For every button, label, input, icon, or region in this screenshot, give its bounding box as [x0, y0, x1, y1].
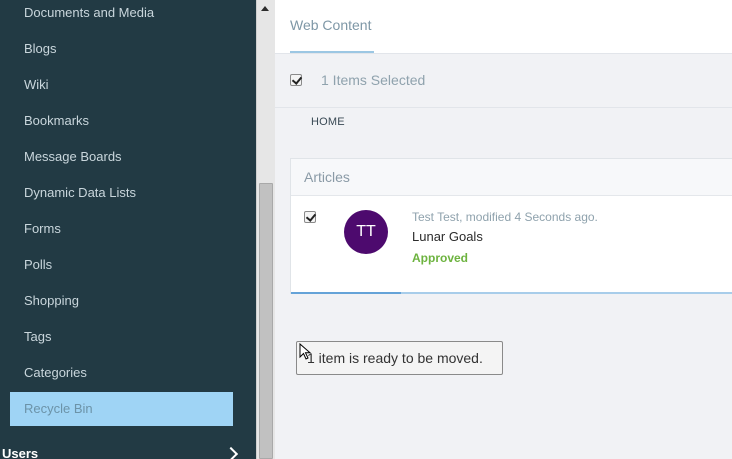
avatar: TT [344, 210, 388, 254]
sidebar-item-tags[interactable]: Tags [0, 320, 256, 354]
articles-header: Articles [291, 159, 732, 196]
article-checkbox[interactable] [304, 211, 316, 223]
chevron-right-icon [223, 446, 239, 459]
sidebar-item-recycle-bin[interactable]: Recycle Bin [10, 392, 233, 426]
scrollbar-thumb[interactable] [259, 183, 273, 459]
sidebar-item-polls[interactable]: Polls [0, 248, 256, 282]
row-divider-accent [291, 292, 401, 294]
sidebar-scrollbar[interactable] [256, 0, 275, 459]
status-badge: Approved [412, 251, 469, 265]
main-content: Web Content 1 Items Selected HOME Articl… [275, 0, 732, 459]
article-meta: Test Test, modified 4 Seconds ago. [412, 210, 598, 224]
articles-title: Articles [304, 169, 350, 185]
select-all-checkbox[interactable] [290, 74, 302, 86]
sidebar-item-message-boards[interactable]: Message Boards [0, 140, 256, 174]
scroll-up-arrow-icon[interactable] [261, 6, 269, 11]
sidebar-item-shopping[interactable]: Shopping [0, 284, 256, 318]
sidebar-section-users-label: Users [2, 446, 39, 459]
drag-tooltip: 1 item is ready to be moved. [296, 341, 503, 375]
selection-count: 1 Items Selected [321, 72, 426, 88]
sidebar-item-dynamic-data-lists[interactable]: Dynamic Data Lists [0, 176, 256, 210]
sidebar: Documents and Media Blogs Wiki Bookmarks… [0, 0, 256, 459]
sidebar-section-users[interactable]: Users [0, 440, 256, 459]
sidebar-item-documents-and-media[interactable]: Documents and Media [0, 0, 256, 30]
sidebar-item-blogs[interactable]: Blogs [0, 32, 256, 66]
breadcrumb[interactable]: HOME [311, 116, 345, 128]
sidebar-item-forms[interactable]: Forms [0, 212, 256, 246]
sidebar-item-bookmarks[interactable]: Bookmarks [0, 104, 256, 138]
cursor-arrow-icon [299, 343, 312, 360]
articles-panel: Articles TT Test Test, modified 4 Second… [290, 158, 732, 294]
sidebar-item-categories[interactable]: Categories [0, 356, 256, 390]
sidebar-item-wiki[interactable]: Wiki [0, 68, 256, 102]
article-title[interactable]: Lunar Goals [412, 229, 483, 244]
tab-web-content[interactable]: Web Content [290, 0, 374, 53]
tab-bar: Web Content [275, 0, 732, 54]
selection-bar: 1 Items Selected [275, 55, 732, 108]
